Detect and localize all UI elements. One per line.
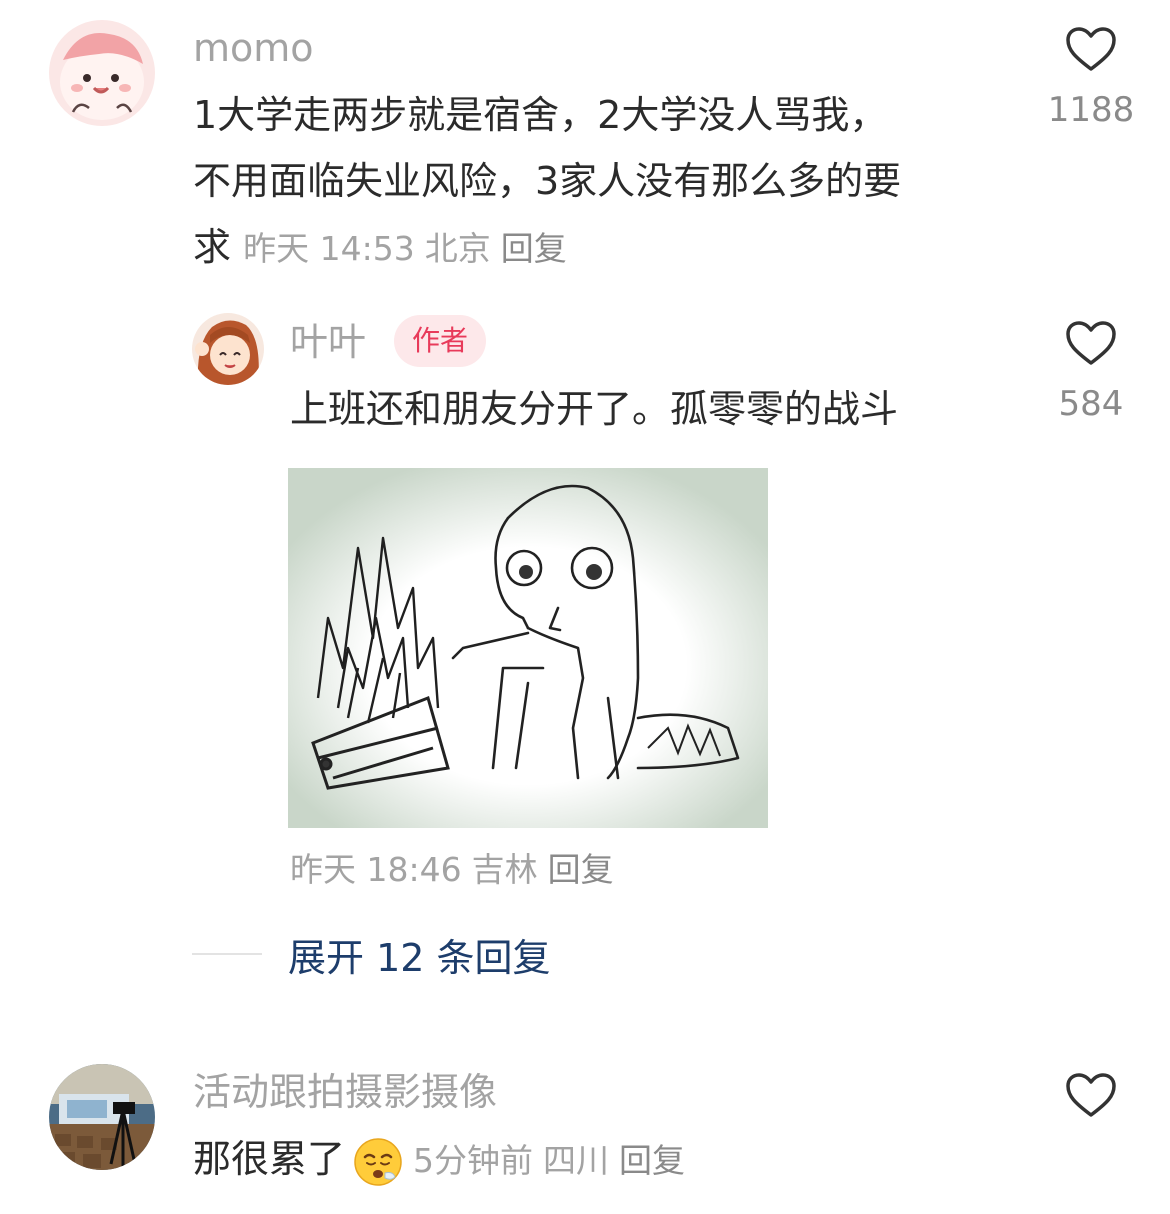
heart-outline-icon <box>1066 321 1116 365</box>
reply-button[interactable]: 回复 <box>619 1141 685 1180</box>
reply-text: 上班还和朋友分开了。孤零零的战斗 <box>290 387 899 431</box>
comment-meta: 5分钟前 四川 回复 <box>413 1141 695 1180</box>
comment-text-body: 那很累了 <box>193 1137 346 1181</box>
comment-username[interactable]: 活动跟拍摄影摄像 <box>193 1068 497 1116</box>
expand-divider <box>192 953 262 955</box>
reply-button[interactable]: 回复 <box>501 229 567 268</box>
comment-text: 那很累了 5分钟前 四川 回复 <box>193 1126 1053 1194</box>
heart-outline-icon <box>1066 1073 1116 1117</box>
tired-face-emoji-icon <box>354 1137 402 1186</box>
heart-outline-icon <box>1066 27 1116 71</box>
avatar-momo[interactable] <box>49 20 155 126</box>
like-count: 1188 <box>1047 90 1135 130</box>
reply-meta: 昨天 18:46 吉林 回复 <box>290 850 624 890</box>
comment-text: 1大学走两步就是宿舍，2大学没人骂我， 不用面临失业风险，3家人没有那么多的要 … <box>193 82 1033 282</box>
comment-meta: 昨天 14:53 北京 回复 <box>243 229 577 268</box>
avatar-yeye[interactable] <box>192 313 264 385</box>
comment-time: 5分钟前 <box>413 1141 534 1180</box>
reply-username[interactable]: 叶叶 <box>290 318 366 366</box>
expand-replies[interactable]: 展开 12 条回复 <box>192 926 551 982</box>
comment-location: 北京 <box>424 229 491 268</box>
like-button[interactable]: 1188 <box>1046 26 1136 130</box>
comment-text-line: 1大学走两步就是宿舍，2大学没人骂我， <box>193 93 888 137</box>
comment-text-line: 求 昨天 14:53 北京 回复 <box>193 214 1033 282</box>
like-count: 584 <box>1058 384 1124 424</box>
comment-time: 昨天 14:53 <box>243 229 415 268</box>
avatar-photographer[interactable] <box>49 1064 155 1170</box>
comment-username[interactable]: momo <box>193 24 314 72</box>
comment-text-line-end: 求 <box>193 225 232 269</box>
expand-replies-label[interactable]: 展开 12 条回复 <box>288 927 551 982</box>
comment-location: 四川 <box>543 1141 610 1180</box>
reply-time: 昨天 18:46 <box>290 850 462 889</box>
comment-text-line: 不用面临失业风险，3家人没有那么多的要 <box>193 159 902 203</box>
like-button[interactable]: 584 <box>1046 320 1136 424</box>
reply-button[interactable]: 回复 <box>548 850 614 889</box>
comment-list: momo 1大学走两步就是宿舍，2大学没人骂我， 不用面临失业风险，3家人没有那… <box>0 0 1170 1214</box>
author-badge: 作者 <box>394 315 487 367</box>
reply-location: 吉林 <box>471 850 538 889</box>
like-button[interactable] <box>1046 1072 1136 1118</box>
sticker-image[interactable] <box>288 468 768 828</box>
